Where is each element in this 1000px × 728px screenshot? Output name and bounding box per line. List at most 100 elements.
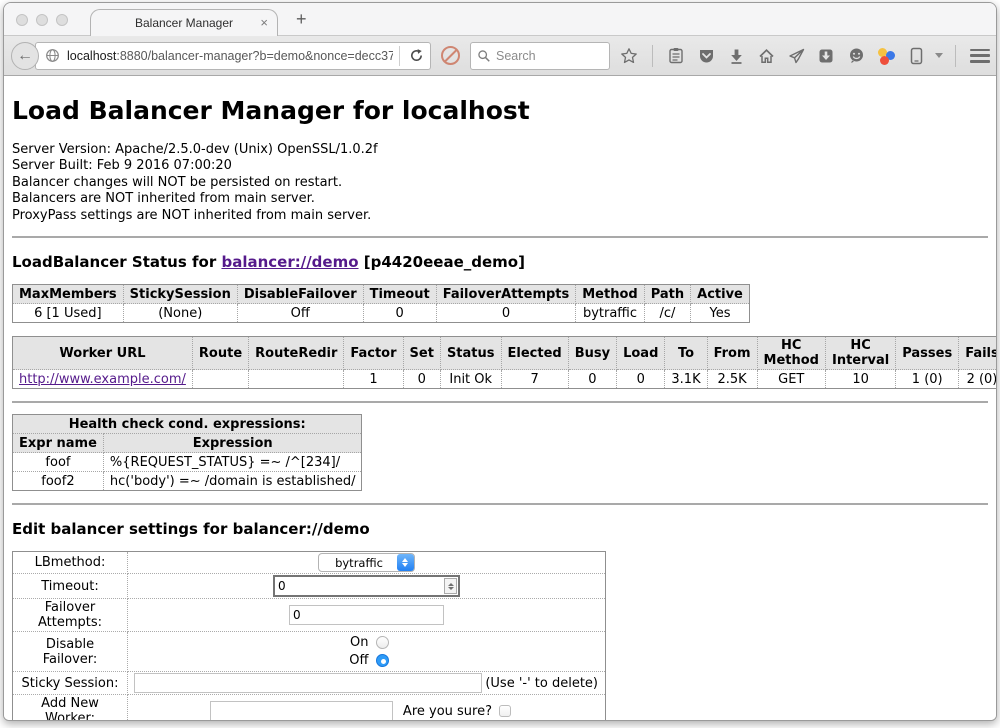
globe-icon (42, 45, 62, 67)
minimize-window-button[interactable] (36, 14, 48, 26)
reading-list-icon[interactable] (666, 45, 686, 67)
form-row-failover-attempts: Failover Attempts: (13, 599, 606, 632)
table-row: foof2 hc('body') =~ /domain is establish… (13, 472, 362, 491)
tab-close-icon[interactable]: × (260, 15, 268, 30)
column-header: Passes (896, 337, 959, 370)
number-spinner-icon[interactable] (444, 578, 457, 594)
cell-method: bytraffic (576, 304, 644, 323)
cell-worker-url: http://www.example.com/ (13, 370, 193, 389)
back-button[interactable]: ← (11, 42, 39, 70)
colors-icon[interactable] (877, 47, 895, 65)
timeout-input[interactable] (275, 579, 444, 593)
select-stepper-icon (397, 554, 414, 571)
pocket-icon[interactable] (696, 45, 716, 67)
column-header: Worker URL (13, 337, 193, 370)
add-worker-input[interactable] (210, 701, 393, 720)
cell-maxmembers: 6 [1 Used] (13, 304, 124, 323)
cell-expression: hc('body') =~ /domain is established/ (103, 472, 362, 491)
home-icon[interactable] (756, 45, 776, 67)
column-header: To (665, 337, 707, 370)
url-bar[interactable]: localhost:8880/balancer-manager?b=demo&n… (35, 42, 431, 70)
health-check-table: Health check cond. expressions: Expr nam… (12, 414, 362, 491)
divider (955, 45, 956, 67)
cell-status: Init Ok (440, 370, 501, 389)
cell-to: 3.1K (665, 370, 707, 389)
divider (12, 503, 988, 505)
divider (12, 401, 988, 403)
bookmark-star-icon[interactable] (619, 45, 639, 67)
new-tab-button[interactable]: + (296, 9, 307, 30)
add-worker-cell: Are you sure? (128, 695, 606, 720)
tab-balancer-manager[interactable]: Balancer Manager × (90, 9, 278, 36)
cell-expr-name: foof2 (13, 472, 104, 491)
cell-expression: %{REQUEST_STATUS} =~ /^[234]/ (103, 453, 362, 472)
navigation-toolbar: ← localhost:8880/balancer-manager?b=demo… (4, 36, 996, 76)
column-header: HC Method (757, 337, 825, 370)
cell-hc-method: GET (757, 370, 825, 389)
disable-failover-on-radio[interactable] (376, 636, 389, 649)
disable-failover-off-radio[interactable] (376, 654, 389, 667)
save-page-icon[interactable] (816, 45, 836, 67)
lbmethod-label: LBmethod: (13, 552, 128, 574)
chat-icon[interactable] (846, 45, 866, 67)
column-header: HC Interval (825, 337, 895, 370)
cell-active: Yes (691, 304, 750, 323)
url-host: localhost (67, 49, 116, 63)
inherit-note-line: Balancers are NOT inherited from main se… (12, 191, 988, 207)
failover-attempts-input[interactable] (289, 605, 444, 625)
cell-timeout: 0 (363, 304, 436, 323)
cell-disablefailover: Off (237, 304, 363, 323)
url-path: :8880/balancer-manager?b=demo&nonce=decc… (116, 49, 393, 63)
form-row-timeout: Timeout: (13, 574, 606, 599)
balancer-demo-link[interactable]: balancer://demo (221, 253, 358, 271)
url-text: localhost:8880/balancer-manager?b=demo&n… (67, 49, 393, 63)
column-header: Factor (344, 337, 403, 370)
lbmethod-selected-value: bytraffic (335, 556, 397, 570)
cell-hc-interval: 10 (825, 370, 895, 389)
cell-from: 2.5K (707, 370, 757, 389)
sticky-session-input[interactable] (134, 673, 482, 693)
column-header: Set (403, 337, 440, 370)
column-header: Fails (959, 337, 996, 370)
table-header-row: MaxMembers StickySession DisableFailover… (13, 285, 750, 304)
cell-passes: 1 (0) (896, 370, 959, 389)
are-you-sure-checkbox[interactable] (499, 705, 511, 717)
timeout-cell (128, 574, 606, 599)
column-header: Timeout (363, 285, 436, 304)
search-icon (477, 49, 491, 63)
content-block-icon[interactable] (441, 46, 460, 65)
search-bar[interactable] (470, 42, 610, 70)
send-icon[interactable] (786, 45, 806, 67)
download-icon[interactable] (726, 45, 746, 67)
form-row-sticky-session: Sticky Session: (Use '-' to delete) (13, 672, 606, 695)
device-icon[interactable] (906, 45, 926, 67)
column-header: MaxMembers (13, 285, 124, 304)
lbmethod-cell: bytraffic (128, 552, 606, 574)
table-row: foof %{REQUEST_STATUS} =~ /^[234]/ (13, 453, 362, 472)
column-header: StickySession (123, 285, 237, 304)
health-table-title: Health check cond. expressions: (13, 415, 362, 434)
browser-window: Balancer Manager × + ← localhost:8880/ba… (3, 2, 997, 721)
lbmethod-select[interactable]: bytraffic (318, 553, 415, 572)
table-header-row: Expr name Expression (13, 434, 362, 453)
close-window-button[interactable] (16, 14, 28, 26)
failover-attempts-cell (128, 599, 606, 632)
column-header: Method (576, 285, 644, 304)
reload-icon[interactable] (406, 45, 426, 67)
disable-failover-cell: On Off (128, 632, 606, 672)
worker-url-link[interactable]: http://www.example.com/ (19, 372, 186, 387)
cell-stickysession: (None) (123, 304, 237, 323)
dropdown-caret-icon[interactable] (935, 53, 943, 58)
zoom-window-button[interactable] (56, 14, 68, 26)
page-title: Load Balancer Manager for localhost (12, 96, 988, 125)
divider (399, 46, 400, 66)
menu-icon[interactable] (970, 49, 990, 63)
are-you-sure-group: Are you sure? (403, 704, 511, 719)
column-header: Route (192, 337, 248, 370)
failover-attempts-label: Failover Attempts: (13, 599, 128, 632)
worker-table: Worker URL Route RouteRedir Factor Set S… (12, 336, 996, 389)
form-row-lbmethod: LBmethod: bytraffic (13, 552, 606, 574)
proxypass-note-line: ProxyPass settings are NOT inherited fro… (12, 208, 988, 224)
search-input[interactable] (496, 49, 596, 63)
balancer-settings-form: LBmethod: bytraffic Timeout: (12, 551, 606, 720)
